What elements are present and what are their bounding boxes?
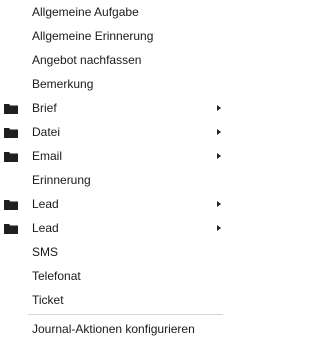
menu-item-journal-aktionen-konfigurieren[interactable]: Journal-Aktionen konfigurieren bbox=[0, 317, 227, 341]
menu-item-label: Bemerkung bbox=[32, 77, 94, 91]
menu-item-label: Erinnerung bbox=[32, 173, 91, 187]
menu-item-label: Angebot nachfassen bbox=[32, 53, 142, 67]
context-menu: Allgemeine Aufgabe Allgemeine Erinnerung… bbox=[0, 0, 227, 337]
menu-item-datei[interactable]: Datei bbox=[0, 120, 227, 144]
submenu-arrow-icon bbox=[217, 153, 221, 159]
menu-item-email[interactable]: Email bbox=[0, 144, 227, 168]
submenu-arrow-icon bbox=[217, 225, 221, 231]
folder-icon bbox=[4, 128, 18, 138]
menu-item-label: Journal-Aktionen konfigurieren bbox=[32, 322, 195, 336]
menu-item-label: Email bbox=[32, 149, 63, 163]
menu-item-label: Telefonat bbox=[32, 269, 81, 283]
menu-list: Allgemeine Aufgabe Allgemeine Erinnerung… bbox=[0, 0, 227, 341]
submenu-arrow-icon bbox=[217, 129, 221, 135]
folder-icon bbox=[4, 224, 18, 234]
menu-item-allgemeine-aufgabe[interactable]: Allgemeine Aufgabe bbox=[0, 0, 227, 24]
menu-item-label: Lead bbox=[32, 221, 59, 235]
menu-item-brief[interactable]: Brief bbox=[0, 96, 227, 120]
folder-icon bbox=[4, 104, 18, 114]
submenu-arrow-icon bbox=[217, 105, 221, 111]
menu-item-ticket[interactable]: Ticket bbox=[0, 288, 227, 312]
menu-item-sms[interactable]: SMS bbox=[0, 240, 227, 264]
menu-item-angebot-nachfassen[interactable]: Angebot nachfassen bbox=[0, 48, 227, 72]
menu-item-lead[interactable]: Lead bbox=[0, 192, 227, 216]
folder-icon bbox=[4, 200, 18, 210]
menu-item-bemerkung[interactable]: Bemerkung bbox=[0, 72, 227, 96]
menu-item-allgemeine-erinnerung[interactable]: Allgemeine Erinnerung bbox=[0, 24, 227, 48]
menu-item-label: Brief bbox=[32, 101, 57, 115]
menu-item-telefonat[interactable]: Telefonat bbox=[0, 264, 227, 288]
menu-item-label: Datei bbox=[32, 125, 61, 139]
menu-separator bbox=[28, 314, 223, 315]
submenu-arrow-icon bbox=[217, 201, 221, 207]
menu-item-label: Ticket bbox=[32, 293, 64, 307]
menu-item-erinnerung[interactable]: Erinnerung bbox=[0, 168, 227, 192]
menu-item-label: Lead bbox=[32, 197, 59, 211]
folder-icon bbox=[4, 152, 18, 162]
menu-item-label: Allgemeine Erinnerung bbox=[32, 29, 154, 43]
menu-item-label: SMS bbox=[32, 245, 59, 259]
menu-item-lead-2[interactable]: Lead bbox=[0, 216, 227, 240]
menu-item-label: Allgemeine Aufgabe bbox=[32, 5, 139, 19]
